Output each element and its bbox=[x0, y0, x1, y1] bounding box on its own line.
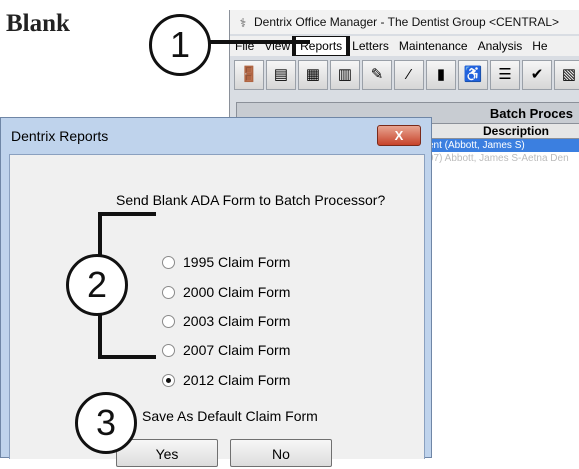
radio-button[interactable] bbox=[162, 314, 175, 328]
menu-analysis[interactable]: Analysis bbox=[473, 36, 528, 56]
radio-button[interactable] bbox=[162, 285, 175, 299]
menu-view[interactable]: View bbox=[259, 36, 295, 56]
menu-file[interactable]: File bbox=[230, 36, 259, 56]
menu-maintenance[interactable]: Maintenance bbox=[394, 36, 473, 56]
radio-label: 2003 Claim Form bbox=[183, 313, 291, 329]
radio-label: 2000 Claim Form bbox=[183, 284, 291, 300]
menu-reports[interactable]: Reports bbox=[292, 36, 351, 56]
callout-1: 1 bbox=[149, 14, 211, 76]
tooth-icon: ⚕ bbox=[239, 15, 247, 30]
book-icon[interactable]: ▥ bbox=[330, 60, 360, 90]
radio-label: 2007 Claim Form bbox=[183, 342, 291, 358]
radio-button[interactable] bbox=[162, 343, 175, 357]
radio-2007[interactable]: 2007 Claim Form bbox=[162, 341, 290, 359]
radio-2012[interactable]: 2012 Claim Form bbox=[162, 371, 290, 389]
card-icon[interactable]: ▤ bbox=[266, 60, 296, 90]
wand-icon[interactable]: ⁄ bbox=[394, 60, 424, 90]
chart-icon[interactable]: ▧ bbox=[554, 60, 579, 90]
yes-button[interactable]: Yes bbox=[116, 439, 218, 467]
toolbar: 🚪▤▦▥✎⁄▮♿☰✔▧⚡▭ bbox=[234, 60, 579, 96]
no-button[interactable]: No bbox=[230, 439, 332, 467]
dialog-body: Send Blank ADA Form to Batch Processor? … bbox=[9, 154, 425, 467]
page-heading: Blank bbox=[6, 10, 70, 37]
radio-button-selected[interactable] bbox=[162, 373, 175, 387]
save-default-checkbox-row[interactable]: Save As Default Claim Form bbox=[121, 407, 318, 425]
dialog-title: Dentrix Reports bbox=[11, 128, 109, 144]
app-title-bar: ⚕ Dentrix Office Manager - The Dentist Gr… bbox=[230, 10, 579, 34]
binder-icon[interactable]: ▮ bbox=[426, 60, 456, 90]
radio-2000[interactable]: 2000 Claim Form bbox=[162, 283, 290, 301]
radio-label: 2012 Claim Form bbox=[183, 372, 291, 388]
close-button[interactable]: X bbox=[377, 125, 421, 146]
callout-2: 2 bbox=[66, 254, 128, 316]
radio-2003[interactable]: 2003 Claim Form bbox=[162, 312, 290, 330]
close-icon: X bbox=[394, 128, 404, 143]
chair-icon[interactable]: ♿ bbox=[458, 60, 488, 90]
dialog-prompt: Send Blank ADA Form to Batch Processor? bbox=[116, 192, 386, 208]
ledger-icon[interactable]: ▦ bbox=[298, 60, 328, 90]
door-icon[interactable]: 🚪 bbox=[234, 60, 264, 90]
menu-letters[interactable]: Letters bbox=[347, 36, 394, 56]
app-title: Dentrix Office Manager - The Dentist Gro… bbox=[254, 15, 560, 29]
dentrix-reports-dialog: Dentrix Reports X Send Blank ADA Form to… bbox=[0, 117, 432, 467]
radio-button[interactable] bbox=[162, 255, 175, 269]
radio-label: 1995 Claim Form bbox=[183, 254, 291, 270]
list-icon[interactable]: ☰ bbox=[490, 60, 520, 90]
pen-icon[interactable]: ✎ bbox=[362, 60, 392, 90]
callout-1-connector bbox=[205, 40, 310, 44]
save-default-label: Save As Default Claim Form bbox=[142, 408, 318, 424]
menu-help[interactable]: He bbox=[527, 36, 552, 56]
check-icon[interactable]: ✔ bbox=[522, 60, 552, 90]
menu-bar: File View Reports Letters Maintenance Analysi… bbox=[230, 36, 579, 56]
radio-1995[interactable]: 1995 Claim Form bbox=[162, 253, 290, 271]
callout-3: 3 bbox=[75, 392, 137, 454]
